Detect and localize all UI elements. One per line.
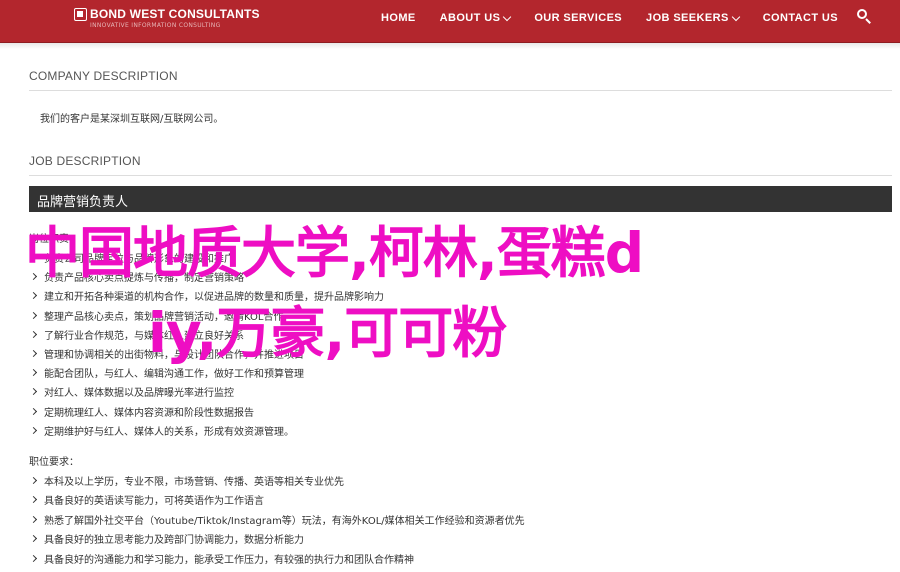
- job-title-bar: 品牌营销负责人: [29, 186, 892, 212]
- requirement-item: 具备良好的沟通能力和学习能力，能承受工作压力，有较强的执行力和团队合作精神: [29, 551, 414, 566]
- requirement-text: 本科及以上学历，专业不限，市场营销、传播、英语等相关专业优先: [44, 477, 344, 488]
- chevron-right-icon: [29, 515, 38, 523]
- divider: [29, 90, 892, 91]
- logo-tagline: INNOVATIVE INFORMATION CONSULTING: [90, 22, 221, 29]
- requirements-label: 职位要求：: [29, 457, 79, 468]
- nav-job-seekers-label: JOB SEEKERS: [646, 12, 729, 24]
- chevron-right-icon: [29, 311, 38, 319]
- chevron-right-icon: [29, 554, 38, 562]
- job-description-heading: JOB DESCRIPTION: [29, 154, 141, 168]
- logo-icon: [74, 7, 87, 21]
- nav-about-us-label: ABOUT US: [439, 12, 501, 24]
- requirement-item: 具备良好的英语读写能力，可将英语作为工作语言: [29, 492, 264, 507]
- duty-text: 定期维护好与红人、媒体人的关系，形成有效资源管理。: [44, 426, 294, 438]
- requirement-text: 具备良好的独立思考能力及跨部门协调能力，数据分析能力: [44, 535, 304, 547]
- header-shadow: [0, 43, 900, 49]
- nav-our-services[interactable]: OUR SERVICES: [522, 10, 634, 26]
- chevron-right-icon: [29, 496, 38, 504]
- chevron-right-icon: [29, 388, 38, 396]
- chevron-right-icon: [29, 349, 38, 358]
- requirement-item: 本科及以上学历，专业不限，市场营销、传播、英语等相关专业优先: [29, 473, 344, 488]
- duty-item: 对红人、媒体数据以及品牌曝光率进行监控: [29, 384, 234, 399]
- chevron-right-icon: [29, 476, 38, 485]
- chevron-down-icon: [503, 12, 512, 21]
- chevron-right-icon: [29, 369, 38, 377]
- chevron-right-icon: [29, 330, 38, 338]
- duty-item: 能配合团队，与红人、编辑沟通工作，做好工作和预算管理: [29, 365, 304, 380]
- nav-home[interactable]: HOME: [369, 10, 428, 26]
- site-logo[interactable]: BOND WEST CONSULTANTS: [74, 7, 260, 21]
- duty-text: 对红人、媒体数据以及品牌曝光率进行监控: [44, 388, 234, 400]
- requirement-item: 熟悉了解国外社交平台（Youtube/Tiktok/Instagram等）玩法，…: [29, 512, 525, 527]
- logo-text: BOND WEST CONSULTANTS: [90, 7, 260, 21]
- nav-job-seekers[interactable]: JOB SEEKERS: [634, 10, 751, 26]
- nav-about-us[interactable]: ABOUT US: [428, 10, 523, 26]
- requirement-text: 熟悉了解国外社交平台（Youtube/Tiktok/Instagram等）玩法，…: [44, 515, 525, 527]
- chevron-right-icon: [29, 535, 38, 543]
- search-icon[interactable]: [857, 9, 873, 25]
- chevron-down-icon: [731, 12, 740, 21]
- divider: [29, 175, 892, 176]
- requirement-text: 具备良好的沟通能力和学习能力，能承受工作压力，有较强的执行力和团队合作精神: [44, 554, 414, 566]
- overlay-watermark-line-1: 中国地质大学,柯林,蛋糕d: [25, 221, 644, 285]
- duty-text: 定期梳理红人、媒体内容资源和阶段性数据报告: [44, 407, 254, 419]
- company-description-heading: COMPANY DESCRIPTION: [29, 69, 178, 83]
- chevron-right-icon: [29, 426, 38, 434]
- chevron-right-icon: [29, 407, 38, 415]
- main-nav: HOME ABOUT US OUR SERVICES JOB SEEKERS C…: [369, 10, 850, 26]
- company-description-text: 我们的客户是某深圳互联网/互联网公司。: [40, 114, 224, 125]
- requirement-item: 具备良好的独立思考能力及跨部门协调能力，数据分析能力: [29, 531, 304, 546]
- duty-item: 定期梳理红人、媒体内容资源和阶段性数据报告: [29, 404, 254, 419]
- nav-contact-us[interactable]: CONTACT US: [751, 10, 850, 26]
- duty-text: 能配合团队，与红人、编辑沟通工作，做好工作和预算管理: [44, 369, 304, 381]
- top-navigation-bar: BOND WEST CONSULTANTS INNOVATIVE INFORMA…: [0, 0, 900, 43]
- requirement-text: 具备良好的英语读写能力，可将英语作为工作语言: [44, 496, 264, 508]
- chevron-right-icon: [29, 292, 38, 300]
- overlay-watermark-line-2: iy,万豪,可可粉: [148, 301, 507, 365]
- nav-our-services-label: OUR SERVICES: [534, 12, 623, 24]
- duty-item: 定期维护好与红人、媒体人的关系，形成有效资源管理。: [29, 423, 294, 438]
- job-title: 品牌营销负责人: [37, 195, 129, 210]
- nav-home-label: HOME: [381, 12, 416, 24]
- nav-contact-us-label: CONTACT US: [762, 12, 838, 24]
